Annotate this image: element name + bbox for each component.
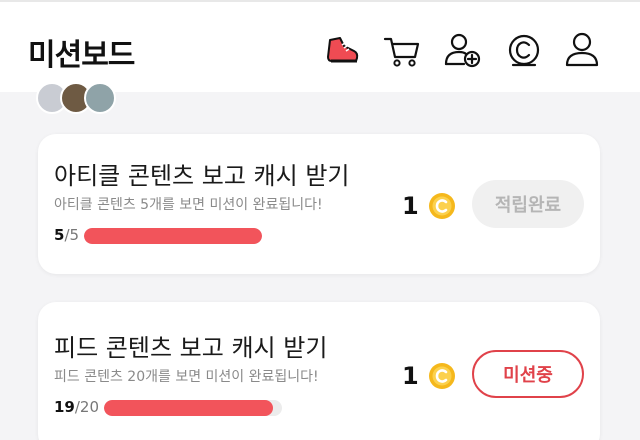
status-divider — [0, 0, 640, 2]
running-shoe-icon[interactable] — [322, 30, 362, 70]
coin-icon — [428, 362, 456, 390]
mission-card: 아티클 콘텐츠 보고 캐시 받기 아티클 콘텐츠 5개를 보면 미션이 완료됩니… — [38, 134, 600, 274]
cart-icon[interactable] — [382, 30, 422, 70]
progress-fill — [84, 228, 262, 244]
mission-progress-bar — [84, 228, 262, 244]
mission-in-progress-button[interactable]: 미션중 — [472, 350, 584, 398]
mission-title: 피드 콘텐츠 보고 캐시 받기 — [54, 334, 328, 362]
add-friend-icon[interactable] — [442, 30, 482, 70]
progress-total: /20 — [74, 398, 100, 416]
mission-card: 피드 콘텐츠 보고 캐시 받기 피드 콘텐츠 20개를 보면 미션이 완료됩니다… — [38, 302, 600, 440]
friend-avatars — [36, 82, 136, 114]
friends-activity-row — [0, 82, 640, 118]
mission-description: 피드 콘텐츠 20개를 보면 미션이 완료됩니다! — [54, 369, 319, 385]
mission-complete-button[interactable]: 적립완료 — [472, 180, 584, 228]
mission-progress-text: 5/5 — [54, 226, 79, 244]
progress-fill — [104, 400, 274, 416]
mission-progress-text: 19/20 — [54, 398, 99, 416]
app-header: 미션보드 — [0, 0, 640, 92]
progress-current: 19 — [54, 398, 75, 416]
cash-coin-icon[interactable] — [504, 30, 544, 70]
coin-icon — [428, 192, 456, 220]
progress-current: 5 — [54, 226, 65, 244]
progress-total: /5 — [64, 226, 80, 244]
mission-progress-bar — [104, 400, 282, 416]
page-title: 미션보드 — [28, 38, 135, 73]
mission-title: 아티클 콘텐츠 보고 캐시 받기 — [54, 162, 350, 190]
reward-amount: 1 — [402, 192, 419, 220]
mission-description: 아티클 콘텐츠 5개를 보면 미션이 완료됩니다! — [54, 197, 323, 213]
reward-amount: 1 — [402, 362, 419, 390]
avatar — [84, 82, 116, 114]
profile-icon[interactable] — [562, 30, 602, 70]
